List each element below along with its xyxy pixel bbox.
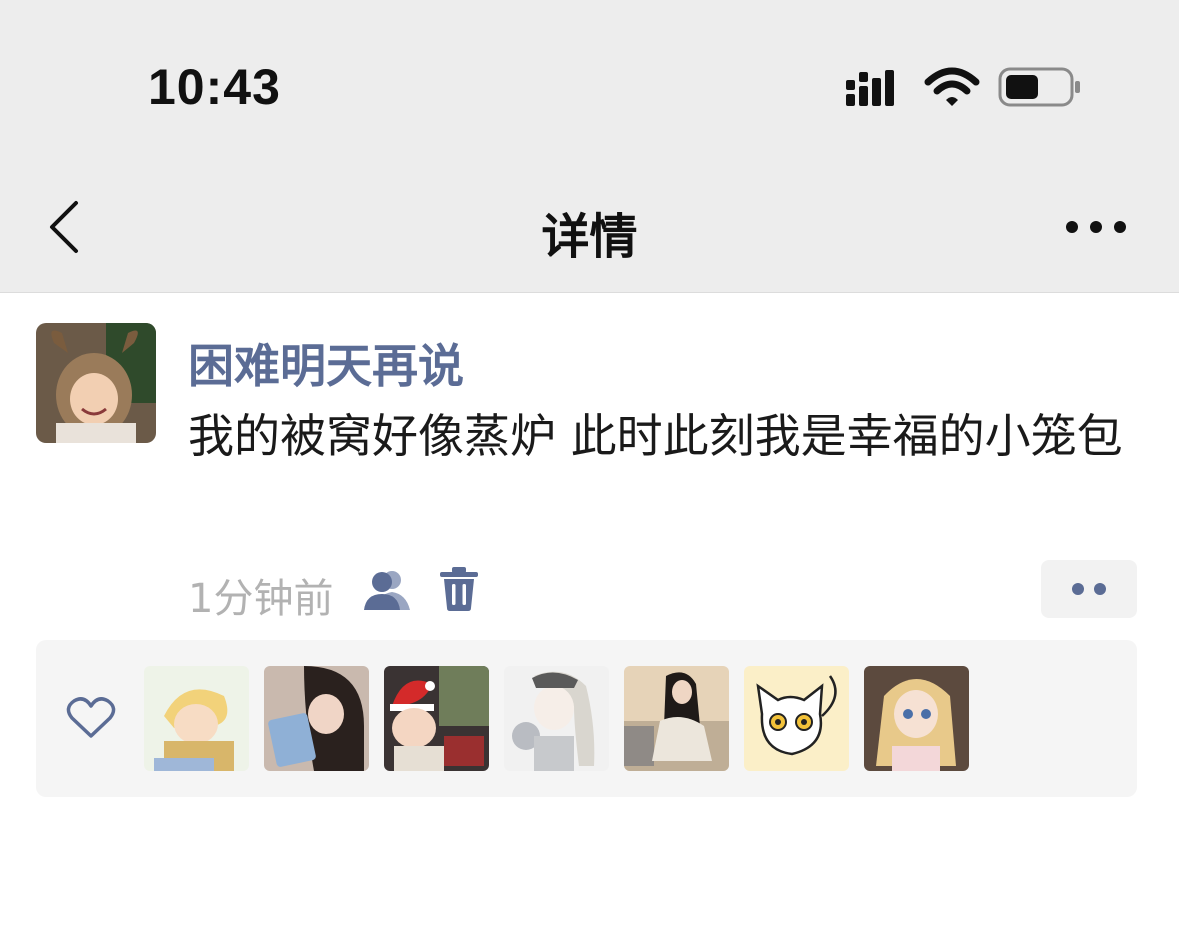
avatar[interactable] xyxy=(36,323,156,443)
liker-avatar-4[interactable] xyxy=(504,666,609,771)
liker-avatar-1[interactable] xyxy=(144,666,249,771)
signal-icon xyxy=(846,70,894,106)
ellipsis-icon[interactable] xyxy=(1058,205,1134,249)
comment-like-menu-button[interactable] xyxy=(1041,560,1137,618)
post-text: 我的被窝好像蒸炉 此时此刻我是幸福的小笼包 xyxy=(188,409,1123,463)
users-icon[interactable] xyxy=(362,568,412,612)
liker-avatar-7[interactable] xyxy=(864,666,969,771)
wifi-icon xyxy=(924,67,980,106)
two-dots-icon xyxy=(1072,583,1106,595)
likes-panel xyxy=(36,640,1137,797)
nav-bar: 详情 xyxy=(0,175,1179,293)
liker-avatar-6[interactable] xyxy=(744,666,849,771)
post-username[interactable]: 困难明天再说 xyxy=(188,330,464,396)
page-title: 详情 xyxy=(541,209,638,265)
post-timestamp: 1分钟前 xyxy=(188,576,334,622)
heart-outline-icon xyxy=(66,697,116,738)
liker-avatar-3[interactable] xyxy=(384,666,489,771)
battery-icon xyxy=(998,67,1080,107)
liker-avatar-2[interactable] xyxy=(264,666,369,771)
trash-icon[interactable] xyxy=(438,566,480,612)
status-bar: 10:43 xyxy=(0,0,1179,175)
status-time: 10:43 xyxy=(148,59,281,115)
liker-avatar-5[interactable] xyxy=(624,666,729,771)
